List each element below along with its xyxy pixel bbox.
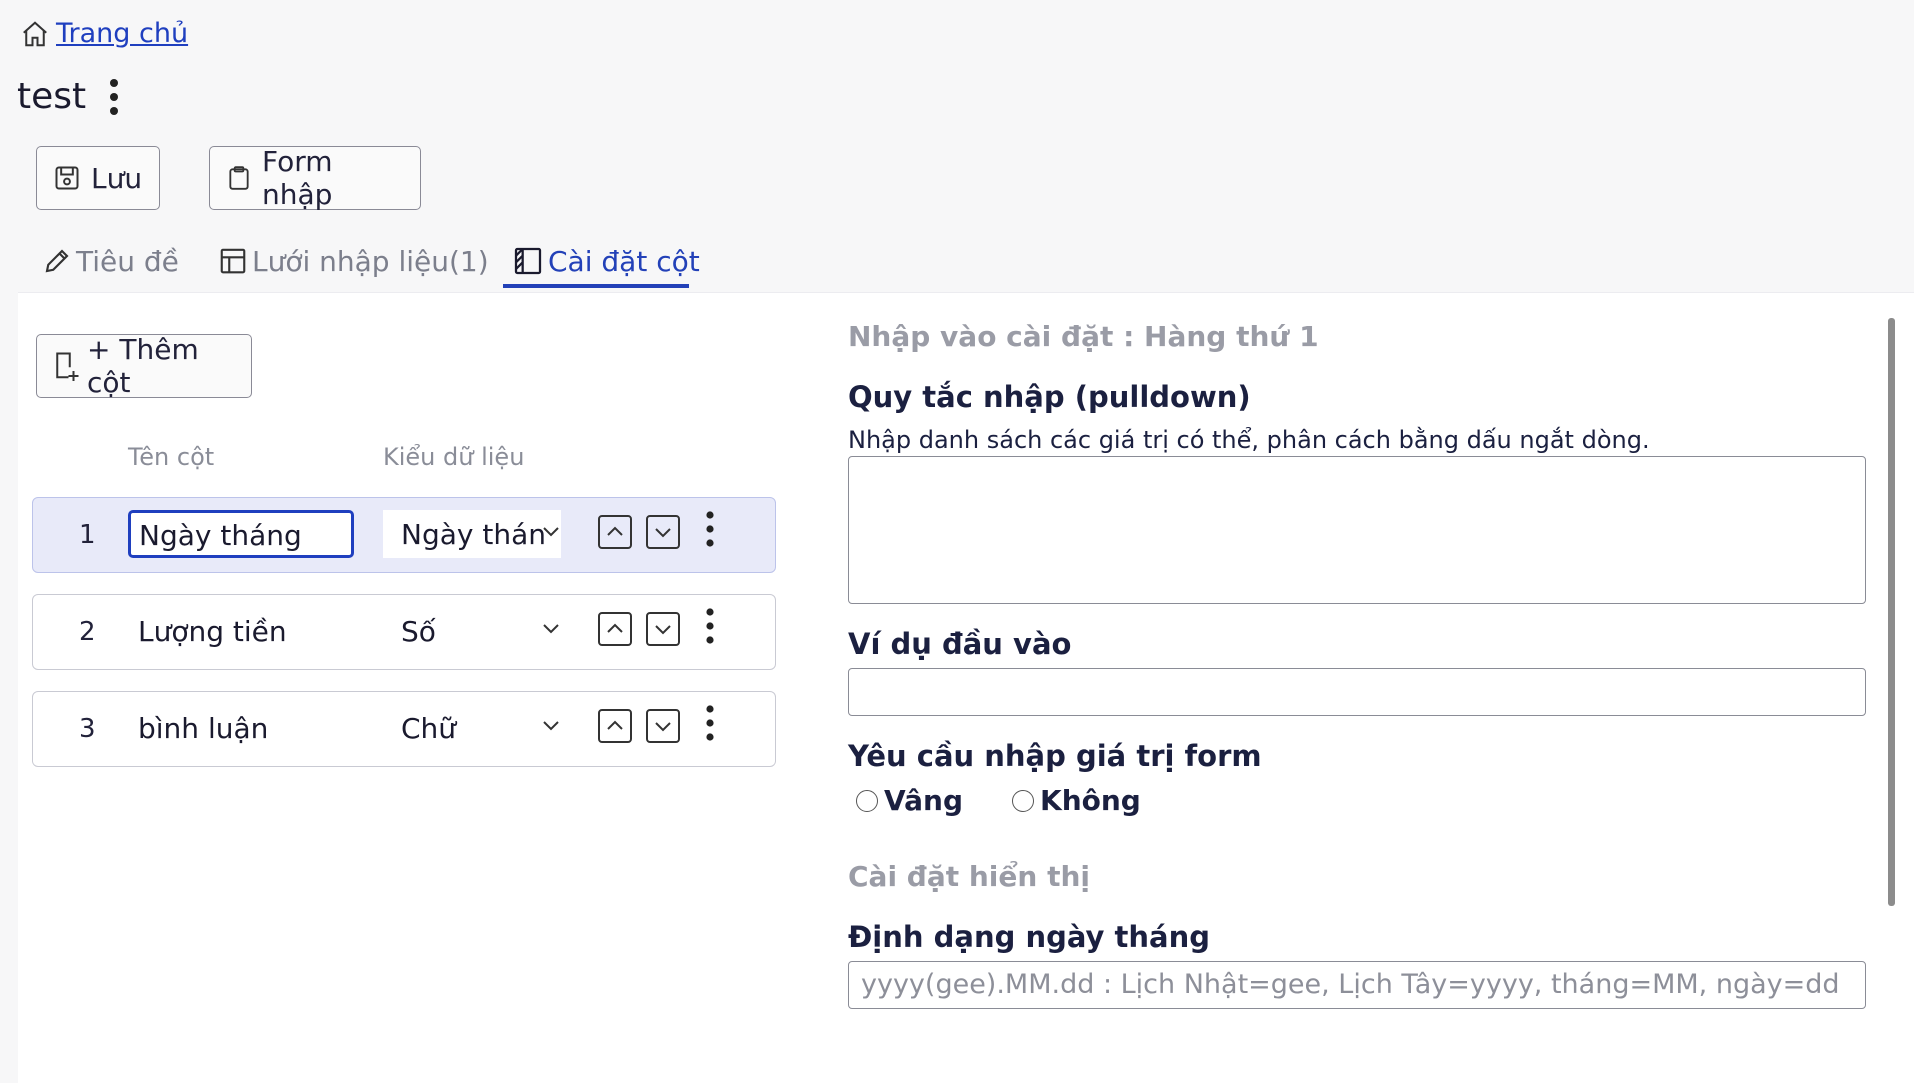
page-header: test	[17, 76, 120, 117]
data-type-select[interactable]: Ngày thán	[383, 510, 561, 558]
add-column-icon	[51, 349, 81, 383]
move-down-icon[interactable]	[645, 611, 681, 647]
move-down-icon[interactable]	[645, 708, 681, 744]
settings-scrollbar[interactable]	[1888, 318, 1895, 906]
clipboard-icon	[226, 163, 252, 193]
row-index: 1	[79, 520, 96, 550]
row-index: 3	[79, 714, 96, 744]
tab-data-grid[interactable]: Lưới nhập liệu(1)	[218, 236, 489, 286]
add-column-button[interactable]: + Thêm cột	[36, 333, 252, 399]
display-settings-heading: Cài đặt hiển thị	[848, 860, 1090, 893]
form-input-button[interactable]: Form nhập	[209, 145, 421, 211]
grid-icon	[218, 246, 248, 276]
column-type-header: Kiểu dữ liệu	[383, 443, 525, 471]
home-link[interactable]: Trang chủ	[56, 18, 188, 49]
more-vertical-icon[interactable]	[705, 510, 715, 548]
required-yes-radio[interactable]: Vâng	[856, 784, 963, 817]
date-format-input[interactable]: yyyy(gee).MM.dd : Lịch Nhật=gee, Lịch Tâ…	[848, 961, 1866, 1009]
required-no-radio[interactable]: Không	[1012, 784, 1141, 817]
date-format-label: Định dạng ngày tháng	[848, 920, 1211, 954]
form-input-label: Form nhập	[262, 145, 333, 211]
more-vertical-icon[interactable]	[108, 77, 120, 117]
floppy-disk-icon	[53, 163, 81, 193]
add-column-label: + Thêm cột	[87, 333, 199, 399]
move-down-icon[interactable]	[645, 514, 681, 550]
radio-circle[interactable]	[856, 789, 878, 812]
save-button[interactable]: Lưu	[36, 146, 160, 210]
column-icon	[512, 245, 544, 277]
more-vertical-icon[interactable]	[705, 607, 715, 645]
chevron-down-icon[interactable]	[541, 622, 561, 636]
required-no-label: Không	[1040, 784, 1141, 817]
active-tab-indicator	[503, 284, 689, 288]
tab-title[interactable]: Tiêu đề	[42, 236, 179, 286]
input-rule-description: Nhập danh sách các giá trị có thể, phân …	[848, 426, 1650, 454]
input-example-label: Ví dụ đầu vào	[848, 627, 1072, 661]
column-row-3[interactable]: 3 bình luận Chữ	[32, 691, 776, 767]
home-icon	[20, 19, 50, 49]
input-rule-label: Quy tắc nhập (pulldown)	[848, 380, 1251, 414]
data-type-select[interactable]: Chữ	[383, 704, 561, 752]
chevron-down-icon[interactable]	[541, 719, 561, 733]
column-name-input[interactable]: bình luận	[128, 704, 354, 752]
column-row-2[interactable]: 2 Lượng tiền Số	[32, 594, 776, 670]
column-name-input[interactable]: Lượng tiền	[128, 607, 354, 655]
breadcrumb: Trang chủ	[20, 18, 188, 49]
required-yes-label: Vâng	[884, 784, 964, 817]
move-up-icon[interactable]	[597, 611, 633, 647]
input-rule-textarea[interactable]	[848, 456, 1866, 604]
tab-column-settings[interactable]: Cài đặt cột	[512, 236, 700, 286]
move-up-icon[interactable]	[597, 514, 633, 550]
tab-data-grid-label: Lưới nhập liệu(1)	[252, 244, 489, 278]
column-name-input[interactable]: Ngày tháng	[128, 510, 354, 558]
column-name-header: Tên cột	[128, 443, 215, 471]
input-example-field[interactable]	[848, 668, 1866, 716]
row-index: 2	[79, 617, 96, 647]
tab-title-label: Tiêu đề	[76, 244, 179, 278]
move-up-icon[interactable]	[597, 708, 633, 744]
tab-column-settings-label: Cài đặt cột	[548, 244, 700, 278]
date-format-placeholder: yyyy(gee).MM.dd : Lịch Nhật=gee, Lịch Tâ…	[861, 969, 1840, 1000]
chevron-down-icon[interactable]	[541, 525, 561, 539]
data-type-select[interactable]: Số	[383, 607, 561, 655]
column-row-1[interactable]: 1 Ngày tháng Ngày thán	[32, 497, 776, 573]
required-label: Yêu cầu nhập giá trị form	[848, 739, 1262, 773]
radio-circle[interactable]	[1012, 789, 1034, 812]
more-vertical-icon[interactable]	[705, 704, 715, 742]
pencil-icon	[42, 246, 72, 276]
save-label: Lưu	[91, 161, 143, 195]
settings-heading: Nhập vào cài đặt : Hàng thứ 1	[848, 320, 1319, 353]
page-title: test	[17, 76, 87, 117]
